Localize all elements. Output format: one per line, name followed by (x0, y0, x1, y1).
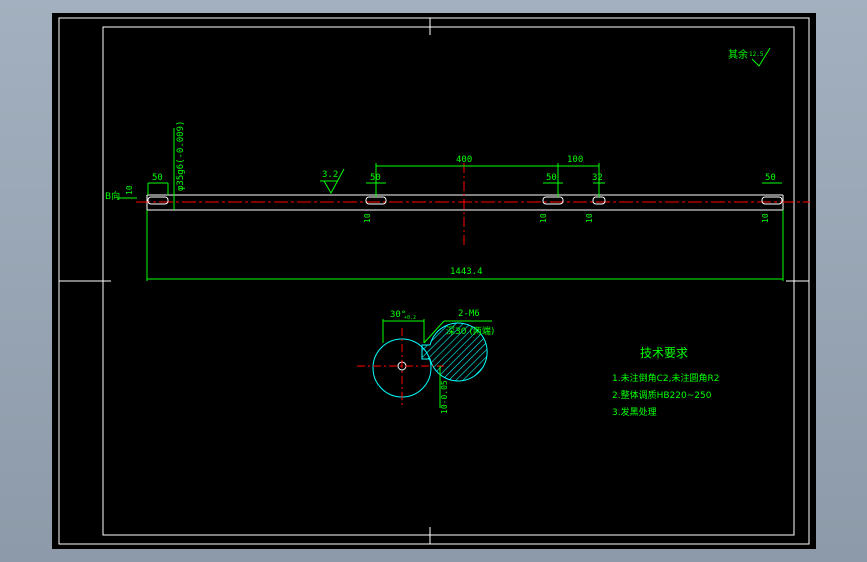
dim-100-text: 100 (567, 155, 583, 165)
key-depth-label: 10-0.05 (440, 380, 449, 414)
drawing-canvas[interactable]: 其余 12.5 B向 10 50 φ35g6(-0.009) 3.2 400 1… (52, 13, 816, 549)
dim-kw2-width: 50 (370, 173, 381, 183)
dim-kw4-width: 32 (592, 173, 603, 183)
dim-kw4-depth: 10 (585, 213, 594, 223)
dim-left-10: 10 (125, 185, 134, 195)
keyway-2 (365, 196, 387, 205)
cad-drawing: 其余 12.5 B向 10 50 φ35g6(-0.009) 3.2 400 1… (58, 17, 810, 545)
dim-overall-text: 1443.4 (450, 267, 483, 277)
diameter-label: φ35g6(-0.009) (176, 121, 186, 191)
section-b-label: B向 (105, 190, 120, 202)
surface-finish-value: 3.2 (322, 170, 338, 180)
dim-kw3-width: 50 (546, 173, 557, 183)
dim-left-50: 50 (152, 173, 163, 183)
thread-depth-label: 深30 (两端) (446, 325, 494, 337)
dim-kw3-depth: 10 (539, 213, 548, 223)
keyway-4 (592, 196, 606, 205)
outer-frame (58, 17, 810, 545)
thread-label: 2-M6 (458, 309, 480, 319)
dim-kw2-depth: 10 (363, 213, 372, 223)
dim-angle-sub: +0.2 (404, 315, 416, 321)
keyway-5 (761, 196, 783, 205)
tech-title: 技术要求 (640, 346, 688, 360)
tech-item-2: 2.整体调质HB220~250 (612, 389, 712, 401)
dim-kw5-width: 50 (765, 173, 776, 183)
keyway-1 (147, 196, 169, 205)
inner-frame (102, 26, 795, 536)
dim-400-text: 400 (456, 155, 472, 165)
tech-item-1: 1.未注倒角C2,未注圆角R2 (612, 372, 719, 384)
tech-item-3: 3.发黑处理 (612, 406, 657, 418)
keyway-3 (542, 196, 564, 205)
roughness-label: 其余 (728, 48, 748, 61)
dim-kw5-depth: 10 (761, 213, 770, 223)
roughness-value: 12.5 (749, 51, 764, 58)
shaft-view (136, 163, 810, 245)
